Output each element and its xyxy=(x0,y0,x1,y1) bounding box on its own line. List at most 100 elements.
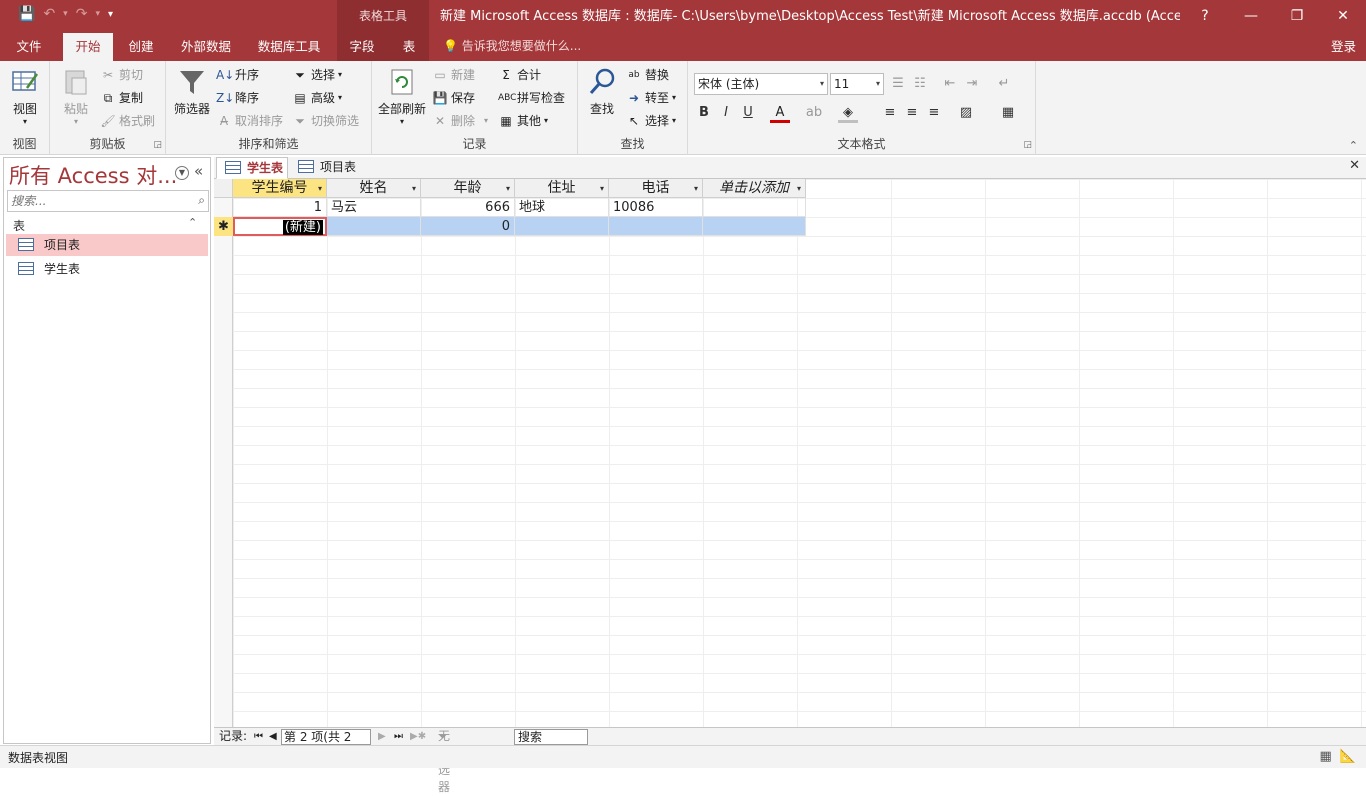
tab-home[interactable]: 开始 xyxy=(63,33,113,61)
selection-filter-button[interactable]: ⏷ 选择 ▾ xyxy=(292,65,342,85)
table-cell[interactable]: 地球 xyxy=(515,198,609,217)
close-button[interactable]: ✕ xyxy=(1320,0,1366,33)
font-name-combo[interactable]: 宋体 (主体) ▾ xyxy=(694,73,828,95)
tell-me-box[interactable]: 💡 告诉我您想要做什么... xyxy=(443,33,581,61)
highlight-icon[interactable]: ab xyxy=(804,103,824,123)
gridlines-icon[interactable]: ▦ xyxy=(998,103,1018,123)
nav-pane-title[interactable]: 所有 Access 对... xyxy=(9,160,177,190)
table-cell[interactable] xyxy=(703,198,806,217)
tab-create[interactable]: 创建 xyxy=(120,33,162,61)
help-button[interactable]: ? xyxy=(1182,0,1228,33)
redo-dropdown-icon[interactable]: ▾ xyxy=(95,9,100,19)
goto-button[interactable]: ➜ 转至 ▾ xyxy=(626,88,676,108)
decrease-indent-icon[interactable]: ⇤ xyxy=(940,74,960,94)
next-record-icon[interactable]: ▶ xyxy=(378,728,386,745)
last-record-icon[interactable]: ⏭ xyxy=(394,728,403,745)
filter-button[interactable]: 筛选器 xyxy=(172,66,212,117)
undo-icon[interactable]: ↶ xyxy=(43,6,55,22)
column-dropdown-icon[interactable]: ▾ xyxy=(412,180,416,198)
column-header-age[interactable]: 年龄 ▾ xyxy=(421,179,515,198)
sort-ascending-button[interactable]: A↓ 升序 xyxy=(216,65,259,85)
nav-menu-dropdown-icon[interactable]: ▼ xyxy=(175,166,189,180)
align-center-icon[interactable]: ≡ xyxy=(902,103,922,123)
totals-button[interactable]: Σ 合计 xyxy=(498,65,541,85)
spelling-button[interactable]: ABC 拼写检查 xyxy=(498,88,565,108)
table-cell[interactable]: 10086 xyxy=(609,198,703,217)
table-cell[interactable] xyxy=(327,217,421,236)
new-record-button[interactable]: ▭ 新建 xyxy=(432,65,475,85)
tab-fields[interactable]: 字段 xyxy=(340,33,384,61)
record-selector[interactable] xyxy=(214,198,233,217)
collapse-ribbon-icon[interactable]: ⌃ xyxy=(1349,139,1358,152)
redo-icon[interactable]: ↷ xyxy=(76,6,88,22)
record-search-box[interactable]: 搜索 xyxy=(514,729,588,745)
column-dropdown-icon[interactable]: ▾ xyxy=(318,180,322,198)
sort-descending-button[interactable]: Z↓ 降序 xyxy=(216,88,259,108)
search-icon[interactable]: ⌕ xyxy=(198,193,205,208)
font-size-combo[interactable]: 11 ▾ xyxy=(830,73,884,95)
datasheet-view-icon[interactable]: ▦ xyxy=(1320,749,1332,764)
toggle-filter-button[interactable]: ⏷ 切换筛选 xyxy=(292,111,359,131)
numbering-icon[interactable]: ☷ xyxy=(910,74,930,94)
remove-sort-button[interactable]: A̶ 取消排序 xyxy=(216,111,283,131)
shutter-bar-collapse-icon[interactable]: « xyxy=(194,162,203,180)
column-header-name[interactable]: 姓名 ▾ xyxy=(327,179,421,198)
new-record-nav-icon[interactable]: ▶✱ xyxy=(410,728,426,745)
view-button[interactable]: 视图 ▾ xyxy=(6,66,44,126)
alternate-row-color-icon[interactable]: ▨ xyxy=(956,103,976,123)
text-format-launcher-icon[interactable]: ◲ xyxy=(1023,140,1032,150)
current-record-box[interactable]: 第 2 项(共 2 项) xyxy=(281,729,371,758)
table-cell[interactable]: 1 xyxy=(233,198,327,217)
section-collapse-icon[interactable]: ⌃ xyxy=(188,216,197,229)
underline-button[interactable]: U xyxy=(738,103,758,123)
table-cell[interactable] xyxy=(609,217,703,236)
select-button[interactable]: ↖ 选择 ▾ xyxy=(626,111,676,131)
tab-external-data[interactable]: 外部数据 xyxy=(172,33,240,61)
bullets-icon[interactable]: ☰ xyxy=(888,74,908,94)
delete-record-button[interactable]: ✕ 删除 ▾ xyxy=(432,111,488,131)
first-record-icon[interactable]: ⏮ xyxy=(254,728,263,745)
advanced-filter-button[interactable]: ▤ 高级 ▾ xyxy=(292,88,342,108)
cut-button[interactable]: ✂ 剪切 xyxy=(100,65,143,85)
table-cell[interactable]: 0 xyxy=(421,217,515,236)
tab-database-tools[interactable]: 数据库工具 xyxy=(250,33,328,61)
design-view-icon[interactable]: 📐 xyxy=(1340,749,1356,764)
column-dropdown-icon[interactable]: ▾ xyxy=(600,180,604,198)
column-header-address[interactable]: 住址 ▾ xyxy=(515,179,609,198)
align-left-icon[interactable]: ≡ xyxy=(880,103,900,123)
save-icon[interactable]: 💾 xyxy=(18,6,35,22)
copy-button[interactable]: ⧉ 复制 xyxy=(100,88,143,108)
tab-table[interactable]: 表 xyxy=(394,33,424,61)
table-cell[interactable] xyxy=(703,217,806,236)
fill-color-icon[interactable]: ◈ xyxy=(838,103,858,123)
find-button[interactable]: 查找 xyxy=(584,66,620,117)
column-header-phone[interactable]: 电话 ▾ xyxy=(609,179,703,198)
italic-button[interactable]: I xyxy=(716,103,736,123)
restore-button[interactable]: ❐ xyxy=(1274,0,1320,33)
undo-dropdown-icon[interactable]: ▾ xyxy=(63,9,68,19)
column-dropdown-icon[interactable]: ▾ xyxy=(506,180,510,198)
new-record-marker[interactable]: ✱ xyxy=(214,217,233,236)
customize-qat-icon[interactable]: ▾ xyxy=(108,9,113,20)
column-header-student-id[interactable]: 学生编号 ▾ xyxy=(233,179,327,198)
paragraph-direction-icon[interactable]: ↵ xyxy=(994,74,1014,94)
align-right-icon[interactable]: ≡ xyxy=(924,103,944,123)
doc-tab-project-table[interactable]: 项目表 xyxy=(290,157,362,179)
refresh-all-button[interactable]: 全部刷新 ▾ xyxy=(376,66,428,126)
column-dropdown-icon[interactable]: ▾ xyxy=(694,180,698,198)
tab-file[interactable]: 文件 xyxy=(8,33,50,61)
previous-record-icon[interactable]: ◀ xyxy=(269,728,277,745)
bold-button[interactable]: B xyxy=(694,103,714,123)
paste-button[interactable]: 粘贴 ▾ xyxy=(56,66,96,126)
replace-button[interactable]: ab 替换 xyxy=(626,65,669,85)
minimize-button[interactable]: — xyxy=(1228,0,1274,33)
column-dropdown-icon[interactable]: ▾ xyxy=(797,180,801,198)
column-header-click-to-add[interactable]: 单击以添加 ▾ xyxy=(703,179,806,198)
format-painter-button[interactable]: 🖌 格式刷 xyxy=(100,111,155,131)
nav-section-tables[interactable]: 表 xyxy=(13,217,25,234)
close-document-icon[interactable]: ✕ xyxy=(1349,158,1360,173)
more-button[interactable]: ▦ 其他 ▾ xyxy=(498,111,548,131)
table-cell[interactable]: 666 xyxy=(421,198,515,217)
nav-search-input[interactable] xyxy=(8,191,188,211)
nav-item-student-table[interactable]: 学生表 xyxy=(6,258,208,280)
